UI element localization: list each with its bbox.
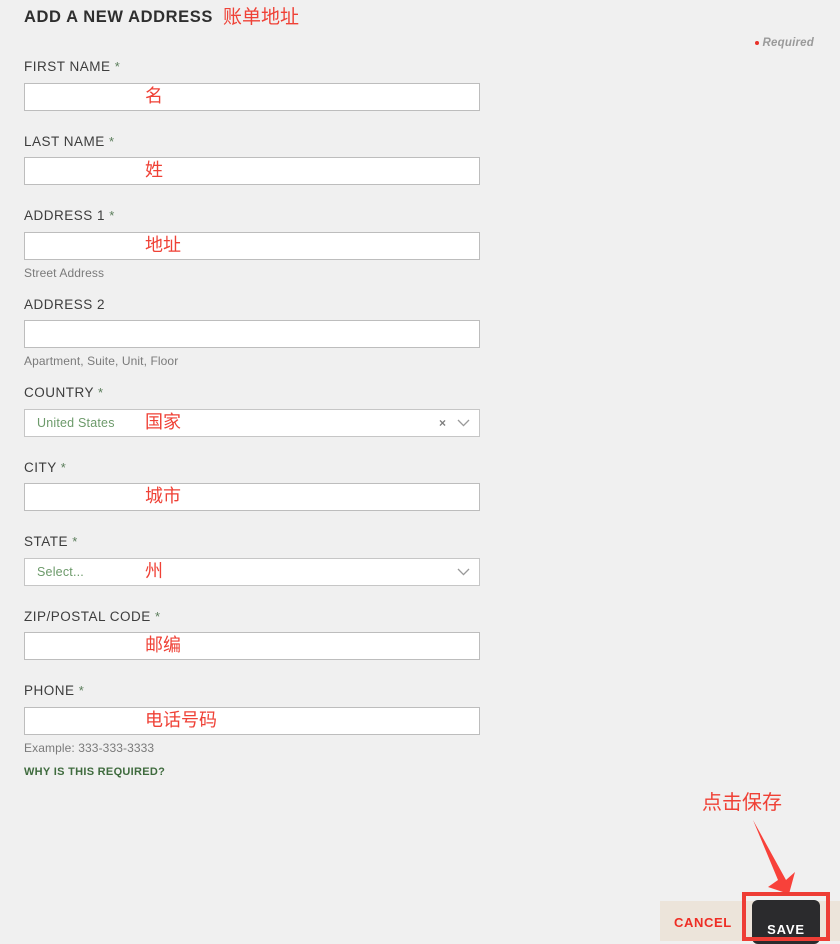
label-text: COUNTRY: [24, 385, 94, 400]
field-label-zip-postal-code: ZIP/POSTAL CODE *: [24, 608, 480, 624]
annotation-phone-cn: 电话号码: [145, 709, 217, 731]
annotation-zip-cn: 邮编: [145, 635, 181, 656]
hint-address-1: Street Address: [24, 265, 105, 280]
phone-input[interactable]: 电话号码: [24, 706, 480, 735]
annotation-city-cn: 城市: [145, 486, 181, 507]
field-label-first-name: FIRST NAME *: [24, 60, 480, 74]
chevron-down-icon[interactable]: [457, 568, 470, 576]
field-label-address-1: ADDRESS 1 *: [24, 209, 480, 223]
annotation-state-cn: 州: [145, 560, 163, 582]
state-select-icons: [457, 559, 470, 585]
field-zip-postal-code: ZIP/POSTAL CODE * 邮编: [24, 608, 480, 660]
annotation-last-name-cn: 姓: [145, 160, 163, 181]
field-first-name: FIRST NAME * 名: [24, 60, 480, 111]
field-label-country: COUNTRY *: [24, 386, 480, 400]
field-label-city: CITY *: [24, 459, 480, 475]
hint-address-2: Apartment, Suite, Unit, Floor: [24, 354, 179, 368]
label-text: CITY: [24, 459, 57, 475]
required-asterisk: *: [78, 683, 85, 698]
required-dot-icon: [754, 41, 759, 45]
label-text: ADDRESS 1: [24, 208, 106, 223]
required-legend-label: Required: [762, 37, 814, 49]
required-asterisk: *: [72, 534, 78, 549]
required-asterisk: *: [60, 459, 67, 475]
address-1-input[interactable]: 地址: [24, 231, 480, 260]
annotation-country-cn: 国家: [145, 411, 181, 433]
country-selected-value: United States: [37, 415, 115, 430]
annotation-arrow-icon: [735, 818, 815, 908]
state-select[interactable]: Select... 州: [24, 557, 480, 586]
hint-phone: Example: 333-333-3333: [24, 740, 155, 755]
required-asterisk: *: [98, 385, 104, 400]
annotation-first-name-cn: 名: [145, 85, 163, 107]
required-asterisk: *: [109, 133, 115, 149]
zip-postal-code-input[interactable]: 邮编: [24, 632, 480, 660]
field-address-1: ADDRESS 1 * 地址 Street Address: [24, 209, 480, 280]
required-asterisk: *: [155, 608, 161, 624]
city-input[interactable]: 城市: [24, 483, 480, 511]
save-button[interactable]: SAVE: [752, 900, 820, 944]
field-country: COUNTRY * United States 国家 ×: [24, 386, 480, 437]
last-name-input[interactable]: 姓: [24, 157, 480, 185]
required-asterisk: *: [114, 59, 121, 74]
address-form: FIRST NAME * 名 LAST NAME * 姓 ADDRESS 1 *…: [24, 60, 480, 780]
field-label-state: STATE *: [24, 535, 480, 549]
field-city: CITY * 城市: [24, 459, 480, 511]
field-last-name: LAST NAME * 姓: [24, 133, 480, 185]
field-phone: PHONE * 电话号码 Example: 333-333-3333 WHY I…: [24, 684, 480, 780]
address-2-input[interactable]: [24, 320, 480, 348]
label-text: ZIP/POSTAL CODE: [24, 608, 151, 624]
label-text: LAST NAME: [24, 133, 105, 149]
field-label-last-name: LAST NAME *: [24, 133, 480, 149]
field-label-phone: PHONE *: [24, 684, 480, 698]
chevron-down-icon[interactable]: [457, 419, 470, 427]
label-text: PHONE: [24, 683, 75, 698]
required-legend: Required: [754, 37, 814, 49]
country-select[interactable]: United States 国家 ×: [24, 408, 480, 437]
annotation-click-save-cn: 点击保存: [702, 790, 782, 814]
label-text: ADDRESS 2: [24, 296, 106, 312]
field-state: STATE * Select... 州: [24, 535, 480, 586]
required-asterisk: *: [109, 208, 115, 223]
field-label-address-2: ADDRESS 2: [24, 296, 480, 312]
country-select-icons: ×: [439, 410, 470, 436]
first-name-input[interactable]: 名: [24, 82, 480, 111]
page-header: ADD A NEW ADDRESS 账单地址: [24, 0, 299, 34]
label-text: FIRST NAME: [24, 59, 111, 74]
annotation-billing-address-cn: 账单地址: [222, 5, 299, 28]
label-text: STATE: [24, 534, 69, 549]
why-is-this-required-link[interactable]: WHY IS THIS REQUIRED?: [24, 766, 165, 778]
annotation-address-1-cn: 地址: [145, 234, 181, 256]
field-address-2: ADDRESS 2 Apartment, Suite, Unit, Floor: [24, 296, 480, 368]
page-title: ADD A NEW ADDRESS: [24, 7, 213, 26]
state-selected-value: Select...: [37, 564, 84, 579]
cancel-button[interactable]: CANCEL: [674, 915, 732, 930]
clear-icon[interactable]: ×: [439, 417, 446, 429]
